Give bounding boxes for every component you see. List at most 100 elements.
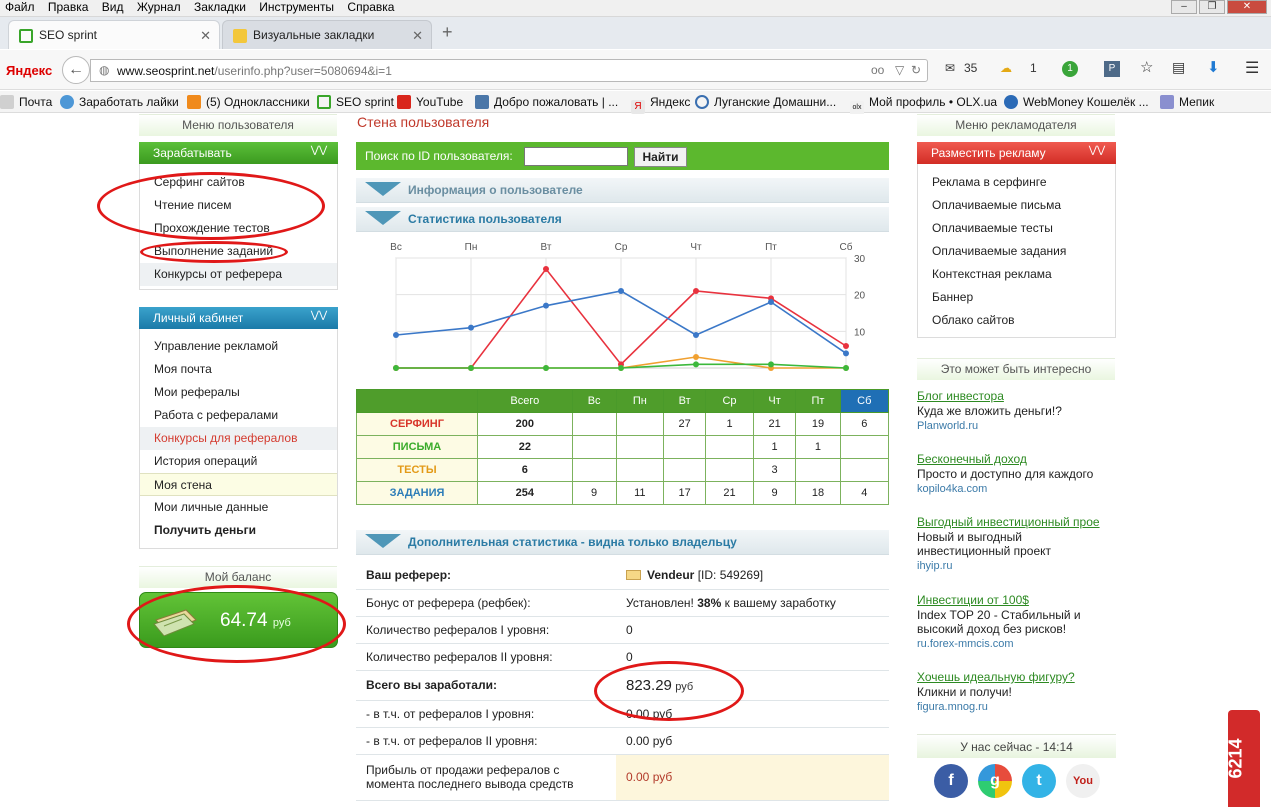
ad-tasks[interactable]: Оплачиваемые задания: [918, 240, 1115, 263]
bookmark-yandex[interactable]: Я Яндекс: [631, 95, 690, 114]
earn-header[interactable]: Зарабатывать ⋁⋁: [139, 142, 338, 164]
stats-row: ПИСЬМА 22 1 1: [356, 435, 890, 459]
facebook-icon[interactable]: f: [934, 764, 968, 798]
minimize-icon[interactable]: –: [1171, 0, 1197, 14]
place-ad-header[interactable]: Разместить рекламу ⋁⋁: [917, 142, 1116, 164]
menu-referral-contests[interactable]: Конкурсы для рефералов: [140, 427, 337, 450]
promo-site[interactable]: figura.mnog.ru: [917, 701, 1116, 713]
bookmark-odnoklassniki[interactable]: (5) Одноклассники: [187, 95, 310, 109]
tab-visual-bookmarks[interactable]: Визуальные закладки ✕: [222, 20, 432, 49]
menu-help[interactable]: Справка: [342, 0, 399, 15]
col-sat: Сб: [839, 389, 890, 413]
info-section-header[interactable]: Информация о пользователе: [356, 178, 889, 203]
menu-referrer-contests[interactable]: Конкурсы от реферера: [140, 263, 337, 286]
collapse-icon[interactable]: ⋁⋁: [306, 146, 332, 158]
ad-surfing[interactable]: Реклама в серфинге: [918, 171, 1115, 194]
menu-tools[interactable]: Инструменты: [254, 0, 339, 15]
youtube-icon[interactable]: You: [1066, 764, 1100, 798]
col-mon: Пн: [615, 389, 665, 413]
collapse-icon[interactable]: ⋁⋁: [306, 311, 332, 323]
bookmark-vk[interactable]: Добро пожаловать | ...: [475, 95, 618, 109]
menu-my-mail[interactable]: Моя почта: [140, 358, 337, 381]
stats-cell: 6: [839, 412, 890, 436]
bookmark-youtube[interactable]: YouTube: [397, 95, 463, 109]
referrer-name[interactable]: Vendeur: [647, 568, 694, 582]
promo-site[interactable]: kopilo4ka.com: [917, 483, 1116, 495]
promo-title[interactable]: Выгодный инвестиционный прое: [917, 515, 1116, 529]
menu-get-money[interactable]: Получить деньги: [140, 519, 337, 542]
menu-my-referrals[interactable]: Мои рефералы: [140, 381, 337, 404]
ad-site-cloud[interactable]: Облако сайтов: [918, 309, 1115, 332]
chart-x-label: Вс: [390, 242, 402, 253]
tab-label: Визуальные закладки: [253, 28, 375, 42]
menu-bookmarks[interactable]: Закладки: [189, 0, 251, 15]
hamburger-menu-icon[interactable]: ☰: [1245, 58, 1259, 78]
menu-edit[interactable]: Правка: [43, 0, 94, 15]
dropdown-icon[interactable]: ▽: [895, 63, 904, 77]
collapse-icon[interactable]: ⋁⋁: [1084, 146, 1110, 158]
google-icon[interactable]: g: [978, 764, 1012, 798]
extension-icon[interactable]: P: [1104, 61, 1120, 77]
tab-close-icon[interactable]: ✕: [200, 21, 211, 50]
close-window-icon[interactable]: ✕: [1227, 0, 1267, 14]
menu-referral-work[interactable]: Работа с рефералами: [140, 404, 337, 427]
stats-cell: 21: [752, 412, 797, 436]
ad-tests[interactable]: Оплачиваемые тесты: [918, 217, 1115, 240]
menu-history[interactable]: Журнал: [132, 0, 186, 15]
notification-badge[interactable]: 1: [1062, 61, 1078, 77]
reader-icon[interactable]: oo: [871, 63, 884, 77]
ad-context[interactable]: Контекстная реклама: [918, 263, 1115, 286]
promo-site[interactable]: ihyip.ru: [917, 560, 1116, 572]
reading-list-icon[interactable]: ▤: [1172, 59, 1185, 76]
address-bar[interactable]: ◍ www.seosprint.net/userinfo.php?user=50…: [90, 59, 928, 82]
user-id-search-input[interactable]: [524, 147, 628, 166]
stats-cell: [705, 435, 754, 459]
promo-site[interactable]: Planworld.ru: [917, 420, 1116, 432]
cabinet-header[interactable]: Личный кабинет ⋁⋁: [139, 307, 338, 329]
col-sun: Вс: [571, 389, 617, 413]
col-wed: Ср: [705, 389, 754, 413]
bookmark-seosprint[interactable]: SEO sprint: [317, 95, 394, 109]
menu-file[interactable]: Файл: [0, 0, 40, 15]
promo-desc: Куда же вложить деньги!?: [917, 404, 1062, 418]
additional-section-header[interactable]: Дополнительная статистика - видна только…: [356, 530, 889, 555]
reload-icon[interactable]: ↻: [911, 63, 921, 77]
bookmark-mepik[interactable]: Мепик: [1160, 95, 1214, 109]
back-button[interactable]: ←: [62, 56, 90, 84]
search-button[interactable]: Найти: [634, 147, 687, 167]
menu-ad-management[interactable]: Управление рекламой: [140, 335, 337, 358]
menu-operations-history[interactable]: История операций: [140, 450, 337, 473]
bookmark-olx[interactable]: olx Мой профиль • OLX.ua: [850, 95, 997, 115]
bookmark-lugansk[interactable]: Луганские Домашни...: [695, 95, 836, 109]
promo-title[interactable]: Блог инвестора: [917, 389, 1116, 403]
menu-my-wall[interactable]: Моя стена: [140, 473, 337, 496]
stats-cell: 4: [839, 481, 890, 505]
ad-banner[interactable]: Баннер: [918, 286, 1115, 309]
menu-personal-data[interactable]: Мои личные данные: [140, 496, 337, 519]
promo-title[interactable]: Инвестиции от 100$: [917, 593, 1116, 607]
promo-desc: Новый и выгодный инвестиционный проект: [917, 530, 1052, 558]
star-icon[interactable]: ☆: [1140, 58, 1153, 76]
tab-close-icon[interactable]: ✕: [412, 21, 423, 50]
promo-title[interactable]: Бесконечный доход: [917, 452, 1116, 466]
twitter-icon[interactable]: t: [1022, 764, 1056, 798]
bookmark-likes[interactable]: Заработать лайки: [60, 95, 179, 109]
promo-desc: Index TOP 20 - Стабильный и высокий дохо…: [917, 608, 1081, 636]
bookmark-webmoney[interactable]: WebMoney Кошелёк ...: [1004, 95, 1149, 109]
download-icon[interactable]: ⬇: [1207, 58, 1220, 76]
new-tab-button[interactable]: +: [442, 22, 453, 43]
maximize-icon[interactable]: ❐: [1199, 0, 1225, 14]
envelope-icon[interactable]: [626, 570, 641, 581]
bookmark-mail[interactable]: Почта: [0, 95, 52, 109]
stats-cell: 9: [752, 481, 797, 505]
menu-view[interactable]: Вид: [97, 0, 129, 15]
promo-site[interactable]: ru.forex-mmcis.com: [917, 638, 1116, 650]
tab-seosprint[interactable]: SEO sprint ✕: [8, 20, 220, 49]
stats-section-header[interactable]: Статистика пользователя: [356, 207, 889, 232]
promo-title[interactable]: Хочешь идеальную фигуру?: [917, 670, 1116, 684]
visitor-counter[interactable]: 6214: [1226, 710, 1260, 807]
stats-cell: 21: [705, 481, 754, 505]
ad-letters[interactable]: Оплачиваемые письма: [918, 194, 1115, 217]
mail-icon[interactable]: ✉: [945, 61, 955, 75]
weather-icon[interactable]: ☁: [1000, 61, 1012, 75]
